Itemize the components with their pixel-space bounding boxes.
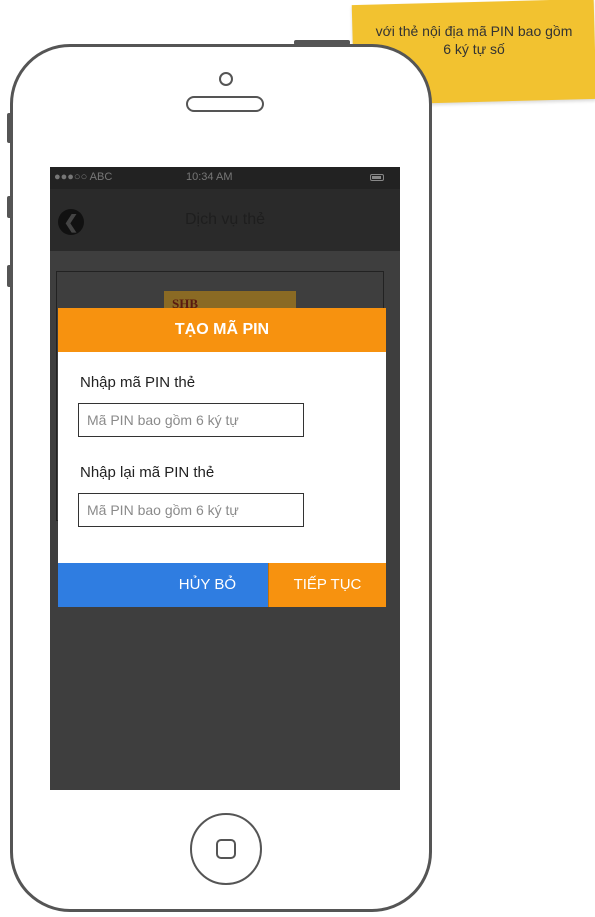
page-title: Dịch vụ thẻ: [184, 211, 266, 228]
pin-confirm-input[interactable]: [78, 493, 304, 527]
status-bar: ●●●○○ ABC 10:34 AM: [50, 167, 400, 189]
cancel-button[interactable]: HỦY BỎ: [58, 563, 268, 607]
phone-camera: [219, 72, 233, 86]
home-square-icon: [216, 839, 236, 859]
pin-confirm-label: Nhập lại mã PIN thẻ: [80, 464, 215, 481]
phone-side-button-volume-down: [7, 265, 13, 287]
pin-input[interactable]: [78, 403, 304, 437]
continue-button[interactable]: TIẾP TỤC: [268, 563, 386, 607]
phone-speaker: [186, 96, 264, 112]
phone-screen: ●●●○○ ABC 10:34 AM ❮ Dịch vụ thẻ SHB TẠO…: [50, 167, 400, 790]
carrier-signal: ●●●○○ ABC: [54, 171, 113, 183]
dialog-title: TẠO MÃ PIN: [58, 308, 386, 352]
phone-home-button[interactable]: [190, 813, 262, 885]
battery-icon: [370, 174, 384, 181]
status-time: 10:34 AM: [186, 171, 233, 183]
phone-power-button: [294, 40, 350, 45]
navigation-bar: ❮ Dịch vụ thẻ: [50, 189, 400, 251]
pin-label: Nhập mã PIN thẻ: [80, 374, 196, 391]
pin-dialog-body: Nhập mã PIN thẻ Nhập lại mã PIN thẻ: [58, 352, 386, 563]
phone-side-button-mute: [7, 113, 13, 143]
phone-side-button-volume-up: [7, 196, 13, 218]
